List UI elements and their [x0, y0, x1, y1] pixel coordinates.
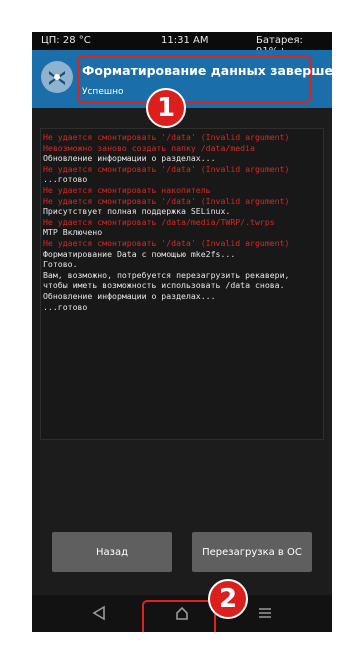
console-info-line: Вам, возможно, потребуется перезагрузить… [43, 269, 290, 280]
callout-badge-1: 1 [146, 88, 186, 128]
cpu-temperature: ЦП: 28 °C [41, 35, 91, 46]
console-info-line: чтобы иметь возможность использовать /da… [43, 280, 285, 291]
page-subtitle: Успешно [82, 87, 124, 97]
console-error-line: Не удается смонтировать '/data' (Invalid… [43, 237, 290, 248]
clock: 11:31 AM [161, 35, 209, 46]
console-error-line: Не удается смонтировать накопитель [43, 184, 211, 195]
page-title: Форматирование данных завершено [82, 63, 332, 78]
console-error-line: Невозможно заново создать папку /data/me… [43, 142, 255, 153]
navigation-bar [32, 595, 332, 632]
reboot-system-button[interactable]: Перезагрузка в ОС [192, 532, 312, 572]
console-info-line: Форматирование Data с помощью mke2fs... [43, 248, 236, 259]
phone-screen: ЦП: 28 °C 11:31 AM Батарея: 91%+ Формати… [32, 32, 332, 632]
console-error-line: Не удается смонтировать '/data' (Invalid… [43, 132, 290, 142]
console-lines: Не удается смонтировать '/data' (Invalid… [43, 132, 289, 312]
back-triangle-icon[interactable] [92, 605, 106, 621]
back-button[interactable]: Назад [52, 532, 172, 572]
console-error-line: Не удается смонтировать '/data' (Invalid… [43, 195, 290, 206]
console-log[interactable]: Не удается смонтировать '/data' (Invalid… [40, 128, 324, 440]
twrp-logo-icon [41, 61, 73, 93]
console-info-line: ...готово [43, 301, 88, 312]
callout-badge-2: 2 [208, 579, 248, 619]
status-bar: ЦП: 28 °C 11:31 AM Батарея: 91%+ [32, 32, 332, 57]
console-info-line: Обновление информации о разделах... [43, 290, 216, 301]
console-info-line: MTP Включено [43, 227, 103, 238]
console-info-line: Готово. [43, 259, 78, 270]
console-info-line: Обновление информации о разделах... [43, 153, 216, 164]
console-error-line: Не удается смонтировать '/data' (Invalid… [43, 163, 290, 174]
console-error-line: Не удается смонтировать /data/media/TWRP… [43, 216, 275, 227]
console-info-line: Присутствует полная поддержка SELinux. [43, 206, 231, 217]
menu-icon[interactable] [258, 605, 272, 621]
console-info-line: ...готово [43, 174, 88, 185]
home-highlight-box [142, 600, 216, 632]
